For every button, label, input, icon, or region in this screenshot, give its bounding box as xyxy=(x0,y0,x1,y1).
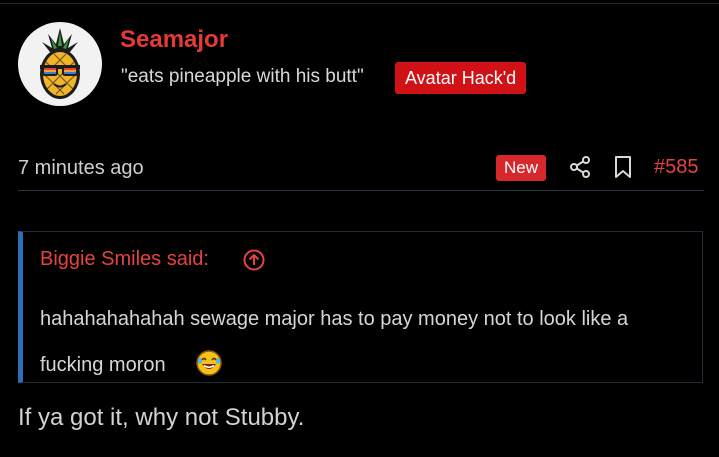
new-badge: New xyxy=(496,155,547,181)
quote-block: Biggie Smiles said: hahahahahahah sewage… xyxy=(18,231,703,383)
laughing-emoji-icon xyxy=(194,348,224,378)
share-icon[interactable] xyxy=(568,155,592,179)
quote-text: hahahahahahah sewage major has to pay mo… xyxy=(40,308,629,376)
username-link[interactable]: Seamajor xyxy=(120,26,228,54)
avatar[interactable] xyxy=(18,22,102,106)
quote-author[interactable]: Biggie Smiles said: xyxy=(40,248,209,271)
post-header-divider xyxy=(18,190,704,191)
quote-text-container: hahahahahahah sewage major has to pay mo… xyxy=(40,296,680,388)
post-number-link[interactable]: #585 xyxy=(654,156,699,179)
top-divider xyxy=(0,3,719,4)
bookmark-icon[interactable] xyxy=(612,155,634,179)
post-message: If ya got it, why not Stubby. xyxy=(18,404,305,431)
post-timestamp[interactable]: 7 minutes ago xyxy=(18,157,144,180)
arrow-up-circle-icon[interactable] xyxy=(242,248,266,272)
user-title: "eats pineapple with his butt" xyxy=(121,66,364,87)
pineapple-avatar-icon xyxy=(40,28,80,99)
user-banner: Avatar Hack'd xyxy=(395,62,527,94)
